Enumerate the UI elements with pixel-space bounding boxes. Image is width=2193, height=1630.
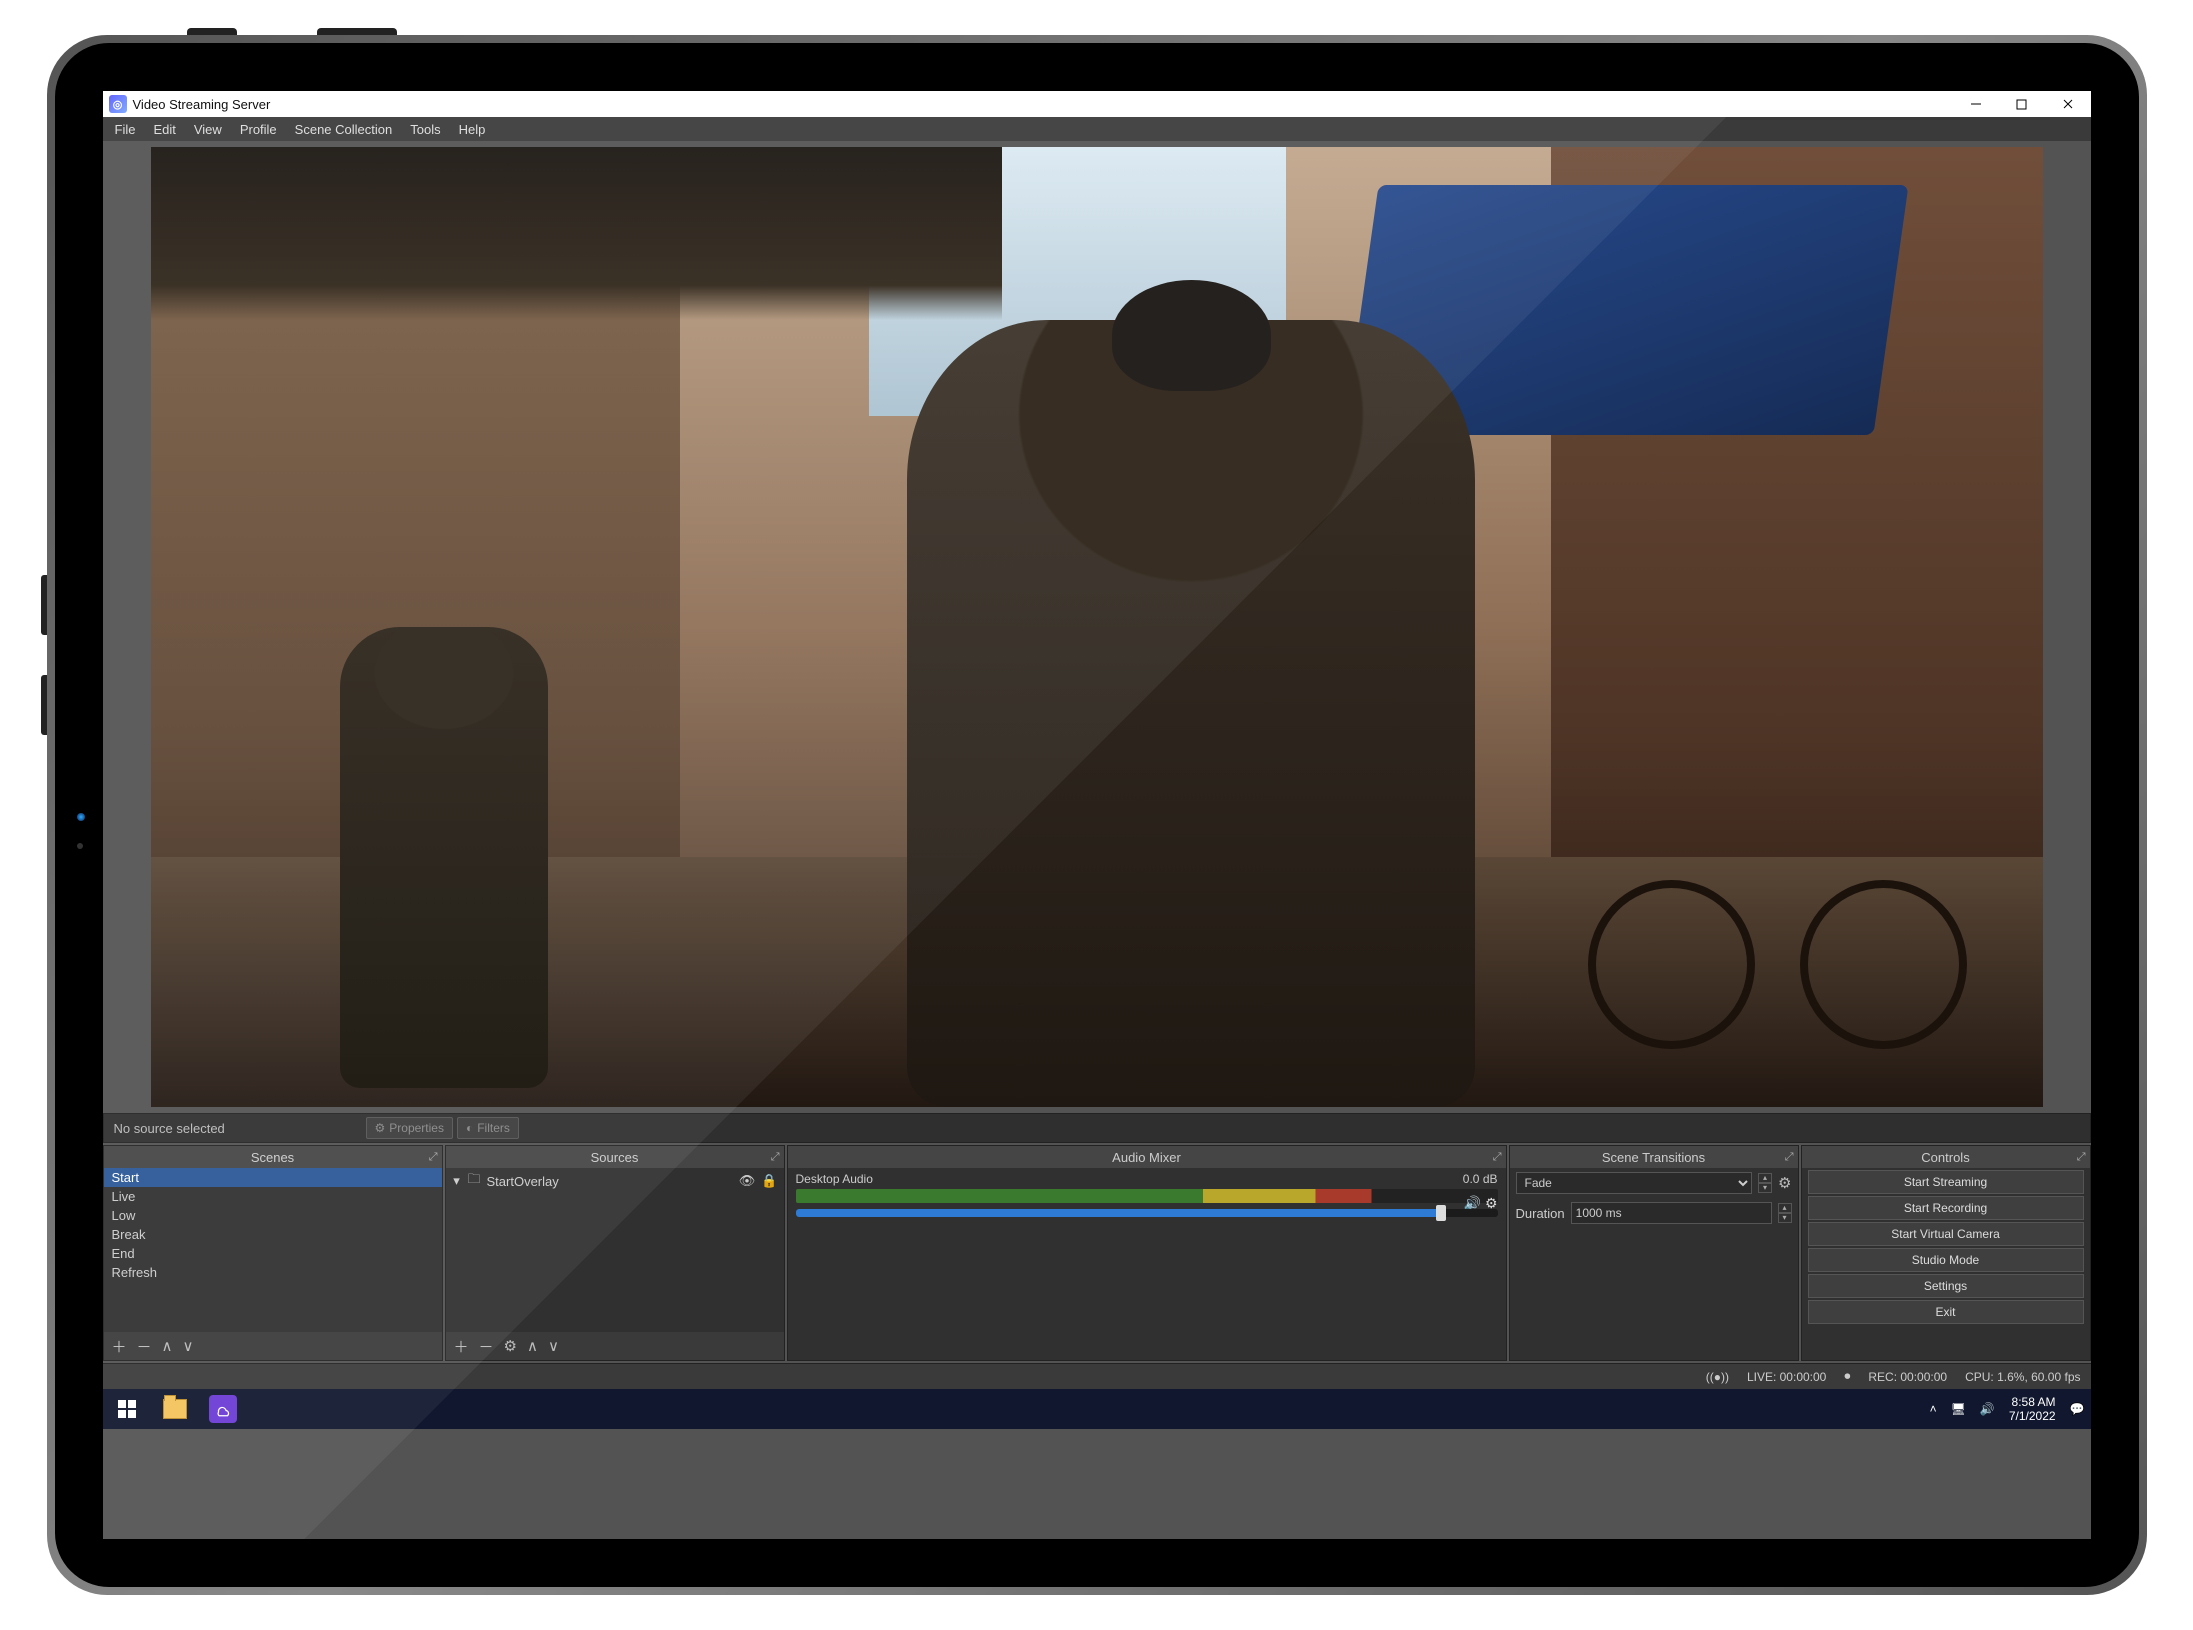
menu-file[interactable]: File (107, 119, 144, 140)
scene-down-button[interactable]: ∨ (183, 1337, 194, 1355)
source-remove-button[interactable]: － (479, 1336, 494, 1357)
window-titlebar: ◎ Video Streaming Server (103, 91, 2091, 117)
audio-mixer-panel: Audio Mixer ⤢ Desktop Audio 0.0 dB (787, 1145, 1507, 1361)
menu-bar: File Edit View Profile Scene Collection … (103, 117, 2091, 141)
start-streaming-button[interactable]: Start Streaming (1808, 1170, 2084, 1194)
popout-icon[interactable]: ⤢ (2077, 1151, 2086, 1164)
status-cpu: CPU: 1.6%, 60.00 fps (1965, 1370, 2080, 1384)
scene-item-refresh[interactable]: Refresh (104, 1263, 442, 1282)
controls-title: Controls (1921, 1150, 1969, 1165)
start-button[interactable] (103, 1389, 151, 1429)
gear-icon: ⚙ (375, 1121, 386, 1135)
gear-icon[interactable]: ⚙ (1778, 1174, 1791, 1192)
video-preview[interactable] (151, 147, 2043, 1107)
source-item[interactable]: ▾ 🗀 StartOverlay 👁 🔒 (446, 1168, 784, 1194)
preview-area (103, 141, 2091, 1113)
status-bar: ((●)) LIVE: 00:00:00 ⏺ REC: 00:00:00 CPU… (103, 1363, 2091, 1389)
app-icon: ◎ (109, 95, 127, 113)
menu-scene-collection[interactable]: Scene Collection (287, 119, 401, 140)
scene-item-start[interactable]: Start (104, 1168, 442, 1187)
tray-chevron-up-icon[interactable]: ˄ (1930, 1402, 1937, 1416)
window-title: Video Streaming Server (133, 97, 1953, 112)
filters-icon: ◐ (466, 1121, 473, 1135)
scene-up-button[interactable]: ∧ (162, 1337, 173, 1355)
streaming-app-button[interactable] (199, 1389, 247, 1429)
tray-monitor-icon[interactable]: 🖥 (1951, 1402, 1966, 1416)
windows-icon (118, 1400, 136, 1418)
source-add-button[interactable]: ＋ (454, 1336, 469, 1357)
source-settings-button[interactable]: ⚙ (504, 1337, 517, 1355)
no-source-label: No source selected (104, 1121, 364, 1136)
menu-view[interactable]: View (186, 119, 230, 140)
source-name: StartOverlay (487, 1174, 559, 1189)
filters-label: Filters (477, 1121, 510, 1135)
volume-slider[interactable] (796, 1209, 1498, 1217)
sources-panel: Sources ⤢ ▾ 🗀 StartOverlay 👁 🔒 ＋ － (445, 1145, 785, 1361)
tray-volume-icon[interactable]: 🔊 (1980, 1402, 1995, 1416)
maximize-icon (2016, 99, 2027, 110)
menu-tools[interactable]: Tools (402, 119, 448, 140)
transition-select[interactable]: Fade (1516, 1172, 1753, 1194)
duration-label: Duration (1516, 1206, 1565, 1221)
file-explorer-button[interactable] (151, 1389, 199, 1429)
scene-item-end[interactable]: End (104, 1244, 442, 1263)
properties-label: Properties (389, 1121, 444, 1135)
exit-button[interactable]: Exit (1808, 1300, 2084, 1324)
taskbar-clock[interactable]: 8:58 AM 7/1/2022 (2009, 1395, 2056, 1423)
duration-input[interactable] (1571, 1202, 1772, 1224)
status-rec: REC: 00:00:00 (1868, 1370, 1947, 1384)
menu-edit[interactable]: Edit (145, 119, 183, 140)
track-name: Desktop Audio (796, 1172, 873, 1186)
menu-help[interactable]: Help (451, 119, 494, 140)
scenes-title: Scenes (251, 1150, 294, 1165)
scene-remove-button[interactable]: － (137, 1336, 152, 1357)
minimize-icon (1970, 98, 1982, 110)
studio-mode-button[interactable]: Studio Mode (1808, 1248, 2084, 1272)
filters-button[interactable]: ◐ Filters (457, 1117, 519, 1139)
cloud-icon (209, 1395, 237, 1423)
clock-time: 8:58 AM (2009, 1395, 2056, 1409)
scenes-panel: Scenes ⤢ Start Live Low Break End Refresh… (103, 1145, 443, 1361)
transition-stepper[interactable]: ▴▾ (1758, 1173, 1772, 1193)
settings-button[interactable]: Settings (1808, 1274, 2084, 1298)
mixer-title: Audio Mixer (1112, 1150, 1181, 1165)
folder-icon (163, 1399, 187, 1419)
popout-icon[interactable]: ⤢ (429, 1151, 438, 1164)
source-toolbar: No source selected ⚙ Properties ◐ Filter… (103, 1113, 2091, 1143)
status-live: LIVE: 00:00:00 (1747, 1370, 1826, 1384)
source-down-button[interactable]: ∨ (548, 1337, 559, 1355)
lock-icon[interactable]: 🔒 (761, 1173, 777, 1189)
audio-track: Desktop Audio 0.0 dB 🔊 ⚙ (788, 1168, 1506, 1216)
tray-notifications-icon[interactable]: 💬 (2070, 1402, 2085, 1416)
popout-icon[interactable]: ⤢ (1493, 1151, 1502, 1164)
popout-icon[interactable]: ⤢ (1785, 1151, 1794, 1164)
duration-stepper[interactable]: ▴▾ (1778, 1203, 1792, 1223)
transitions-title: Scene Transitions (1602, 1150, 1705, 1165)
scene-item-break[interactable]: Break (104, 1225, 442, 1244)
source-up-button[interactable]: ∧ (527, 1337, 538, 1355)
start-recording-button[interactable]: Start Recording (1808, 1196, 2084, 1220)
folder-icon: 🗀 (468, 1170, 481, 1192)
start-virtual-camera-button[interactable]: Start Virtual Camera (1808, 1222, 2084, 1246)
clock-date: 7/1/2022 (2009, 1409, 2056, 1423)
scene-add-button[interactable]: ＋ (112, 1336, 127, 1357)
chevron-down-icon[interactable]: ▾ (452, 1173, 462, 1189)
close-button[interactable] (2045, 91, 2091, 117)
track-db: 0.0 dB (1463, 1172, 1498, 1186)
sources-title: Sources (591, 1150, 639, 1165)
properties-button[interactable]: ⚙ Properties (366, 1117, 453, 1139)
broadcast-icon: ((●)) (1706, 1370, 1729, 1384)
popout-icon[interactable]: ⤢ (771, 1151, 780, 1164)
visibility-toggle[interactable]: 👁 (739, 1173, 756, 1189)
scene-item-low[interactable]: Low (104, 1206, 442, 1225)
menu-profile[interactable]: Profile (232, 119, 285, 140)
taskbar: ˄ 🖥 🔊 8:58 AM 7/1/2022 💬 (103, 1389, 2091, 1429)
scene-item-live[interactable]: Live (104, 1187, 442, 1206)
close-icon (2062, 98, 2074, 110)
record-icon: ⏺ (1844, 1369, 1850, 1384)
minimize-button[interactable] (1953, 91, 1999, 117)
transitions-panel: Scene Transitions ⤢ Fade ▴▾ ⚙ Duration (1509, 1145, 1799, 1361)
maximize-button[interactable] (1999, 91, 2045, 117)
controls-panel: Controls ⤢ Start Streaming Start Recordin… (1801, 1145, 2091, 1361)
